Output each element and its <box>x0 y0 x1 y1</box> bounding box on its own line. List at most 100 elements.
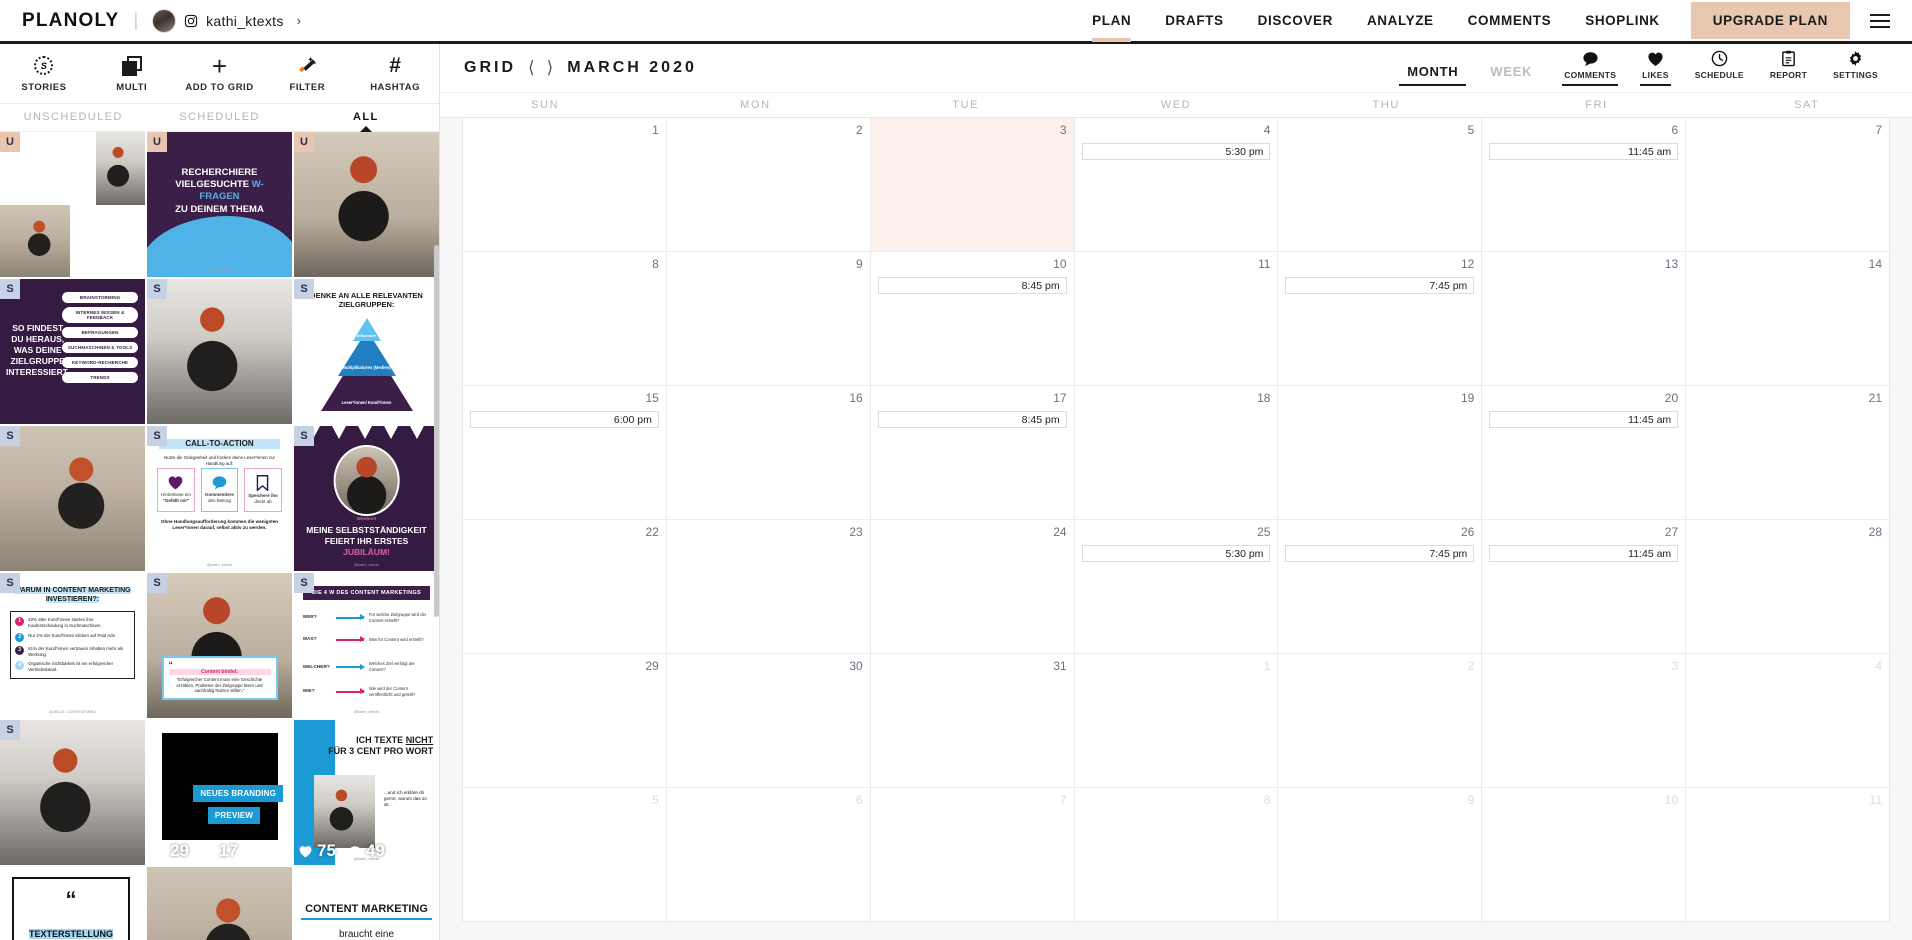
calendar-day[interactable]: 9 <box>667 252 871 385</box>
tab-week[interactable]: WEEK <box>1482 64 1540 86</box>
grid-item[interactable]: S <box>0 720 145 865</box>
planoly-logo[interactable]: PLANOLY <box>22 10 119 32</box>
calendar-day[interactable]: 5 <box>463 788 667 921</box>
grid-item[interactable]: NEUES BRANDING PREVIEW 29 17 <box>147 720 292 865</box>
grid-item[interactable]: “ TEXTERSTELLUNG BESTEHT NICHT NUR DARAU… <box>0 867 145 940</box>
grid-item[interactable]: “ Content bindet. "Erfolgreicher Content… <box>147 573 292 718</box>
tool-filter[interactable]: FILTER <box>263 44 351 103</box>
time-slot[interactable]: 11:45 am <box>1489 411 1679 428</box>
toggle-likes[interactable]: LIKES <box>1632 50 1679 86</box>
tool-stories[interactable]: S STORIES <box>0 44 88 103</box>
calendar-day[interactable]: 9 <box>1278 788 1483 921</box>
calendar-day[interactable]: 11 <box>1075 252 1279 385</box>
toggle-comments[interactable]: COMMENTS <box>1554 50 1626 86</box>
calendar-day[interactable]: 21 <box>1686 386 1889 519</box>
calendar-day[interactable]: 6 11:45 am <box>1482 118 1687 251</box>
time-slot[interactable]: 6:00 pm <box>470 411 659 428</box>
calendar-day[interactable]: 4 5:30 pm <box>1075 118 1279 251</box>
grid-item[interactable]: CALL-TO-ACTION Nutze die Gelegenheit und… <box>147 426 292 571</box>
time-slot[interactable]: 7:45 pm <box>1285 545 1475 562</box>
grid-item[interactable]: DIE 4 W DES CONTENT MARKETINGS WER? Für w… <box>294 573 439 718</box>
schedule-button[interactable]: SCHEDULE <box>1685 50 1754 86</box>
nav-item-drafts[interactable]: DRAFTS <box>1148 0 1240 41</box>
grid-item[interactable]: DENKE AN ALLE RELEVANTEN ZIELGRUPPEN: Le… <box>294 279 439 424</box>
nav-item-discover[interactable]: DISCOVER <box>1241 0 1350 41</box>
sidebar-scrollbar[interactable] <box>434 132 439 940</box>
account-switcher[interactable]: kathi_ktexts › <box>152 8 301 33</box>
grid-item[interactable]: CONTENT MARKETING braucht eine <box>294 867 439 940</box>
calendar-day[interactable]: 30 <box>667 654 871 787</box>
time-slot[interactable]: 5:30 pm <box>1081 143 1271 160</box>
chevron-right-icon[interactable]: ⟩ <box>547 58 554 78</box>
grid-item[interactable]: S <box>147 279 292 424</box>
calendar-day[interactable]: 3 <box>870 118 1075 251</box>
grid-item[interactable]: S <box>0 426 145 571</box>
calendar-day[interactable]: 19 <box>1278 386 1483 519</box>
calendar-day[interactable]: 15 6:00 pm <box>463 386 667 519</box>
calendar-day[interactable]: 18 <box>1075 386 1279 519</box>
calendar-day[interactable]: 2 <box>1278 654 1483 787</box>
report-button[interactable]: REPORT <box>1760 50 1817 86</box>
grid-item[interactable]: ICH TEXTE NICHT FÜR 3 CENT PRO WORT ...u… <box>294 720 439 865</box>
calendar-day[interactable]: 20 11:45 am <box>1482 386 1687 519</box>
grid-item[interactable] <box>147 867 292 940</box>
upgrade-plan-button[interactable]: UPGRADE PLAN <box>1690 2 1850 39</box>
calendar-day[interactable]: 7 <box>871 788 1075 921</box>
calendar-day[interactable]: 28 <box>1686 520 1889 653</box>
calendar-day[interactable]: 1 <box>463 118 667 251</box>
calendar-day[interactable]: 31 <box>871 654 1075 787</box>
grid-item[interactable]: ERSTELLETHEMENWELTEN Eine Themenwelt hil… <box>0 132 145 277</box>
nav-item-plan[interactable]: PLAN <box>1075 0 1148 42</box>
nav-item-comments[interactable]: COMMENTS <box>1451 0 1569 41</box>
grid-item[interactable]: Woohoo! MEINE SELBSTSTÄNDIGKEIT FEIERT I… <box>294 426 439 571</box>
sidebar-tab-scheduled[interactable]: SCHEDULED <box>146 104 292 131</box>
time-slot[interactable]: 11:45 am <box>1489 143 1679 160</box>
time-slot[interactable]: 11:45 am <box>1489 545 1679 562</box>
calendar-day[interactable]: 23 <box>667 520 871 653</box>
calendar-day[interactable]: 8 <box>1075 788 1279 921</box>
calendar-day[interactable]: 6 <box>667 788 871 921</box>
calendar-day[interactable]: 10 <box>1482 788 1687 921</box>
calendar-day[interactable]: 26 7:45 pm <box>1278 520 1483 653</box>
calendar-day[interactable]: 4 <box>1686 654 1889 787</box>
nav-item-analyze[interactable]: ANALYZE <box>1350 0 1451 41</box>
chevron-right-icon[interactable]: › <box>297 13 301 28</box>
calendar-day[interactable]: 16 <box>667 386 871 519</box>
sidebar-tab-unscheduled[interactable]: UNSCHEDULED <box>0 104 146 131</box>
grid-thumbnail-scroll[interactable]: ERSTELLETHEMENWELTEN Eine Themenwelt hil… <box>0 132 439 940</box>
tool-multi[interactable]: MULTI <box>88 44 176 103</box>
calendar-day[interactable]: 29 <box>463 654 667 787</box>
tool-add-to-grid[interactable]: + ADD TO GRID <box>176 44 264 103</box>
calendar-day[interactable]: 7 <box>1686 118 1889 251</box>
time-slot[interactable]: 8:45 pm <box>877 277 1067 294</box>
tab-month[interactable]: MONTH <box>1399 64 1467 86</box>
calendar-day[interactable]: 11 <box>1686 788 1889 921</box>
calendar-day[interactable]: 25 5:30 pm <box>1075 520 1279 653</box>
calendar-day[interactable]: 5 <box>1278 118 1483 251</box>
calendar-day[interactable]: 14 <box>1686 252 1889 385</box>
grid-item[interactable]: RECHERCHIERE VIELGESUCHTE W-FRAGEN ZU DE… <box>147 132 292 277</box>
time-slot[interactable]: 5:30 pm <box>1081 545 1271 562</box>
calendar-day[interactable]: 12 7:45 pm <box>1278 252 1483 385</box>
calendar-day[interactable]: 17 8:45 pm <box>871 386 1075 519</box>
calendar-day[interactable]: 8 <box>463 252 667 385</box>
hamburger-menu-icon[interactable] <box>1870 13 1890 28</box>
grid-item[interactable]: U <box>294 132 439 277</box>
calendar-day[interactable]: 1 <box>1075 654 1279 787</box>
calendar-day[interactable]: 2 <box>667 118 871 251</box>
calendar-day[interactable]: 13 <box>1482 252 1687 385</box>
calendar-day[interactable]: 10 8:45 pm <box>871 252 1075 385</box>
nav-item-shoplink[interactable]: SHOPLINK <box>1568 0 1677 41</box>
time-slot[interactable]: 7:45 pm <box>1285 277 1475 294</box>
time-slot[interactable]: 8:45 pm <box>877 411 1067 428</box>
calendar-day[interactable]: 3 <box>1482 654 1687 787</box>
chevron-left-icon[interactable]: ⟨ <box>528 58 535 78</box>
sidebar-tab-all[interactable]: ALL <box>293 104 439 131</box>
settings-button[interactable]: SETTINGS <box>1823 50 1888 86</box>
calendar-day[interactable]: 24 <box>871 520 1075 653</box>
grid-item[interactable]: WARUM IN CONTENT MARKETING INVESTIEREN?:… <box>0 573 145 718</box>
grid-item[interactable]: SO FINDEST DU HERAUS, WAS DEINE ZIELGRUP… <box>0 279 145 424</box>
calendar-day[interactable]: 27 11:45 am <box>1482 520 1687 653</box>
calendar-day[interactable]: 22 <box>463 520 667 653</box>
tool-hashtag[interactable]: # HASHTAG <box>351 44 439 103</box>
